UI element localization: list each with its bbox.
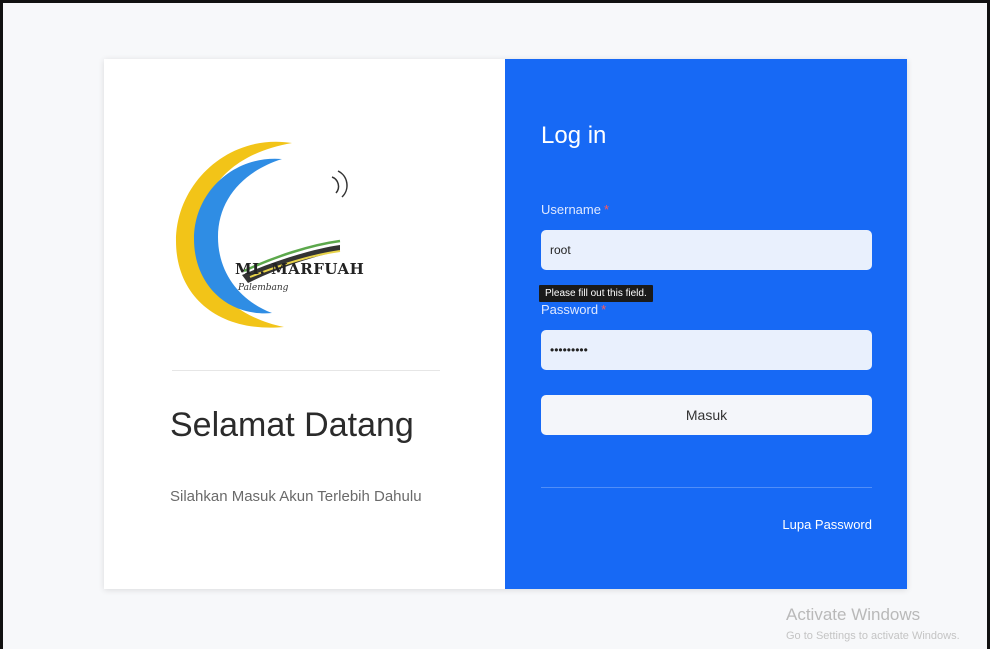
divider — [172, 370, 440, 371]
welcome-heading: Selamat Datang — [170, 406, 414, 444]
username-input[interactable] — [541, 230, 872, 270]
logo-subtext: Palembang — [238, 283, 289, 293]
school-logo — [176, 141, 348, 328]
activate-windows-subtitle: Go to Settings to activate Windows. — [786, 630, 960, 642]
validation-tooltip: Please fill out this field. — [539, 285, 653, 302]
username-label-text: Username — [541, 202, 601, 217]
submit-button[interactable]: Masuk — [541, 395, 872, 435]
activate-windows-title: Activate Windows — [786, 605, 921, 624]
forgot-password-link[interactable]: Lupa Password — [782, 517, 872, 532]
login-title: Log in — [541, 122, 607, 149]
password-label-text: Password — [541, 302, 599, 317]
login-card: MI. MARFUAH Palembang Selamat Datang Sil… — [104, 59, 907, 589]
browser-frame: MI. MARFUAH Palembang Selamat Datang Sil… — [0, 0, 990, 649]
logo-signal-waves — [331, 170, 348, 198]
username-label: Username * — [541, 202, 609, 217]
password-input[interactable] — [541, 330, 872, 370]
logo-text: MI. MARFUAH — [235, 260, 365, 278]
welcome-subheading: Silahkan Masuk Akun Terlebih Dahulu — [170, 488, 422, 505]
password-label: Password * — [541, 302, 606, 317]
required-asterisk: * — [603, 202, 610, 217]
welcome-panel: MI. MARFUAH Palembang Selamat Datang Sil… — [104, 59, 505, 589]
required-asterisk: * — [601, 302, 607, 317]
divider — [541, 487, 872, 488]
login-panel: Log in Username* Please fill out this fi… — [505, 59, 907, 589]
